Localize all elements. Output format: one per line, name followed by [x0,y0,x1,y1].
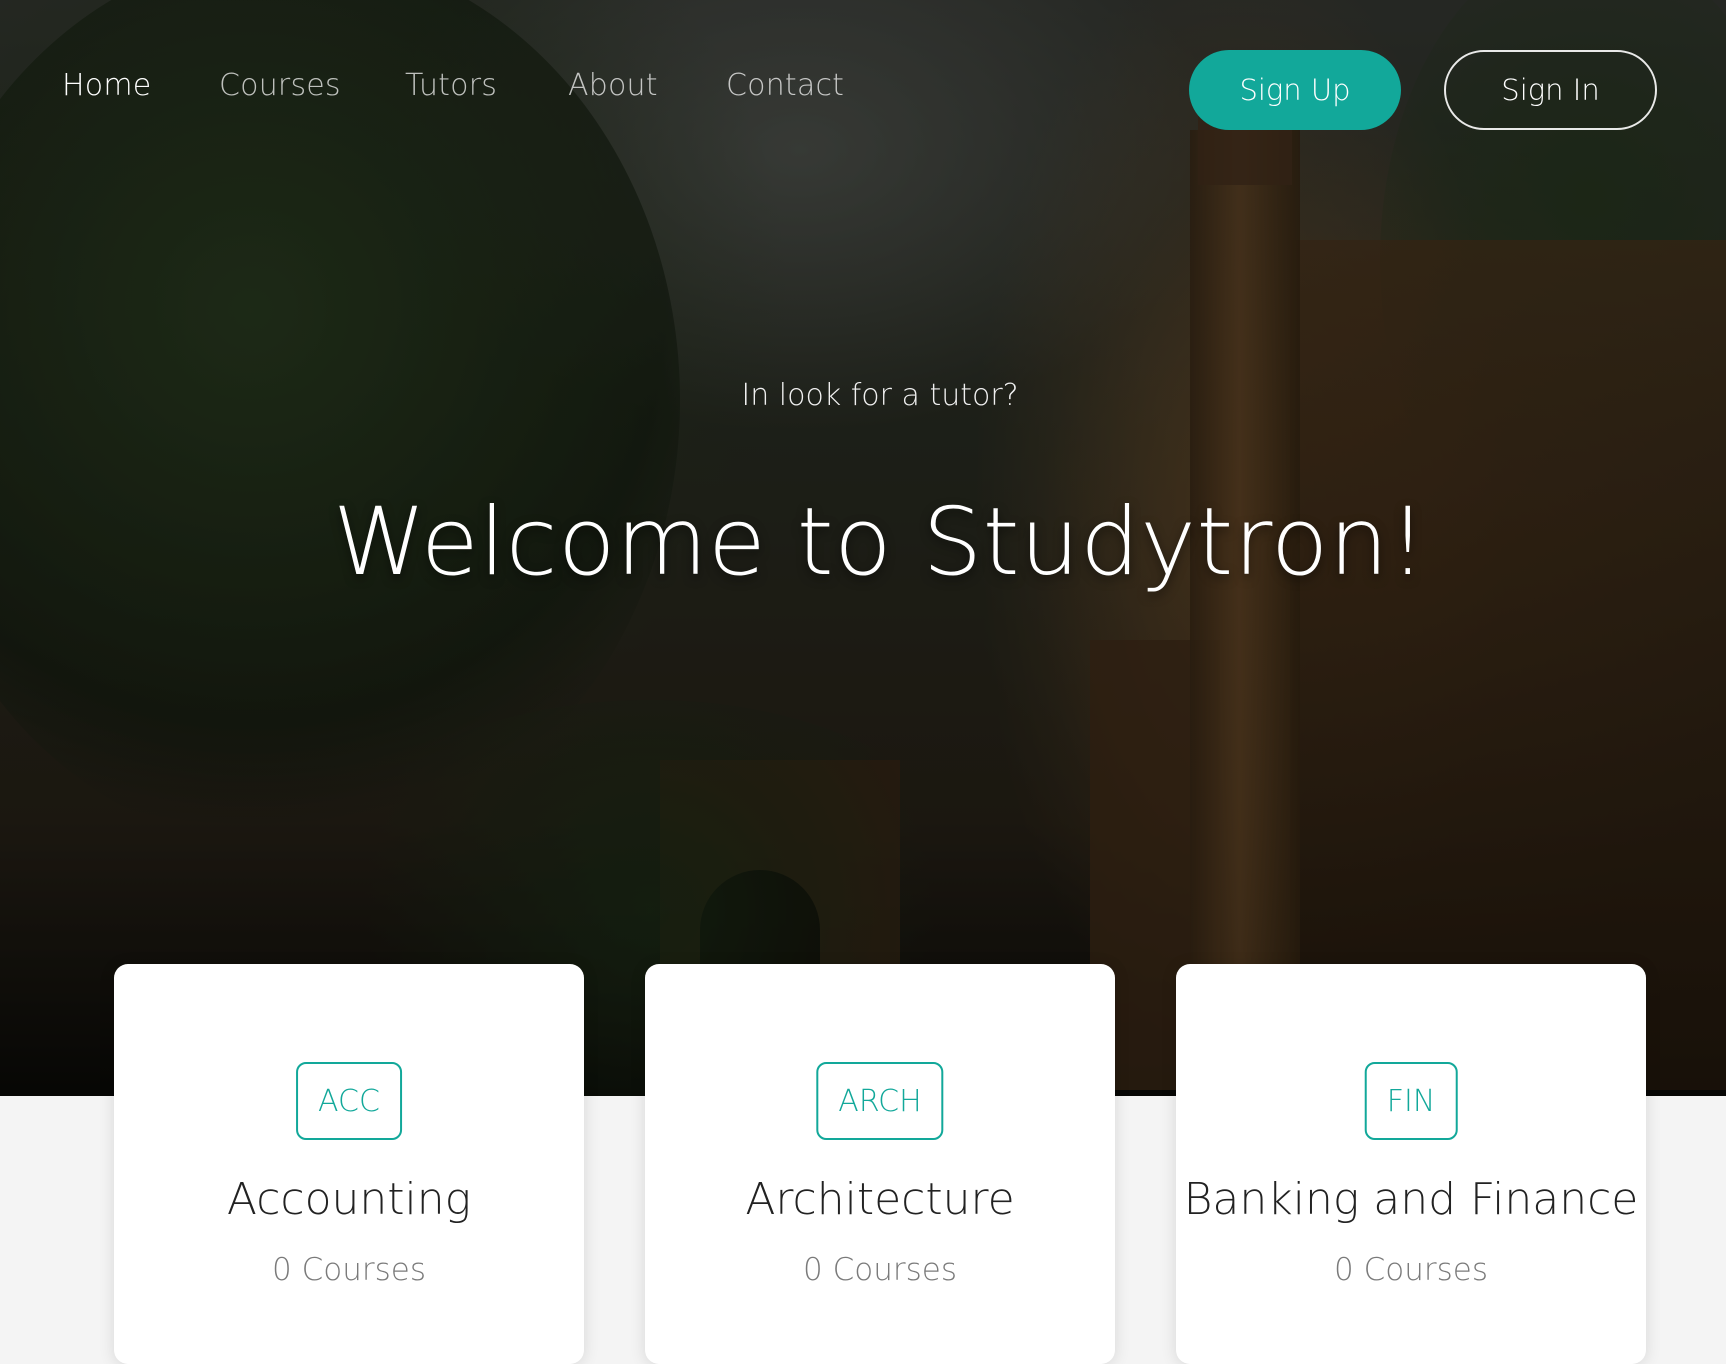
hero-title: Welcome to Studytron! [332,488,1428,597]
category-card-architecture[interactable]: ARCH Architecture 0 Courses [645,964,1115,1364]
category-code-badge: ACC [296,1062,402,1140]
category-code-badge: ARCH [816,1062,944,1140]
nav-link-tutors[interactable]: Tutors [405,68,497,103]
nav-link-about[interactable]: About [568,68,658,103]
nav-link-contact[interactable]: Contact [726,68,844,103]
sign-in-button[interactable]: Sign In [1444,50,1657,130]
sign-up-button[interactable]: Sign Up [1189,50,1401,130]
category-card-banking-finance[interactable]: FIN Banking and Finance 0 Courses [1176,964,1646,1364]
category-name: Accounting [226,1174,472,1225]
category-course-count: 0 Courses [803,1252,957,1288]
category-card-accounting[interactable]: ACC Accounting 0 Courses [114,964,584,1364]
category-code-badge: FIN [1364,1062,1458,1140]
nav-link-courses[interactable]: Courses [219,68,341,103]
category-name: Architecture [745,1174,1015,1225]
hero-subtitle: In look for a tutor? [741,378,1019,413]
category-course-count: 0 Courses [272,1252,426,1288]
nav-link-home[interactable]: Home [62,68,151,103]
category-name: Banking and Finance [1183,1174,1639,1225]
top-navigation: Home Courses Tutors About Contact Sign U… [0,0,1726,180]
category-course-count: 0 Courses [1334,1252,1488,1288]
